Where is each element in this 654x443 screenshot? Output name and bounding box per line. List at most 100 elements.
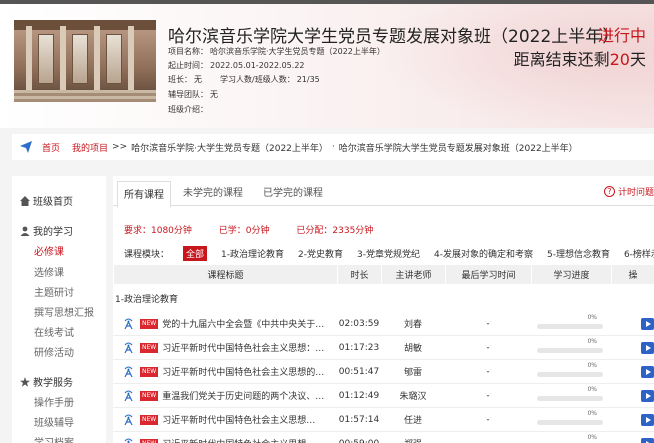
play-button[interactable] [641, 342, 654, 354]
class-title: 哈尔滨音乐学院大学生党员专题发展对象班（2022上半年） [168, 27, 620, 47]
progress-cell: 0% [537, 360, 603, 383]
class-cover-image [14, 20, 156, 102]
timing-help-label: 计时问题 [617, 188, 654, 198]
sidebar-item-discussion[interactable]: 主题研讨 [34, 284, 74, 299]
course-title-cell[interactable]: NEW 习近平新时代中国特色社会主义思想的… [123, 360, 337, 383]
broadcast-icon [124, 438, 133, 443]
table-row[interactable]: NEW 习近平新时代中国特色社会主义思想… 01:57:14 任进 -0% [113, 408, 654, 432]
module-3[interactable]: 3-党章党规党纪 [357, 247, 420, 260]
course-teacher: 任进 [403, 416, 422, 426]
play-button[interactable] [641, 366, 654, 378]
tab-unfinished-courses[interactable]: 未学完的课程 [183, 184, 243, 199]
sidebar-item-required[interactable]: 必修课 [34, 243, 64, 258]
course-title-cell[interactable]: NEW习近平新时代中国特色社会主义思想… [123, 432, 337, 443]
breadcrumb-home[interactable]: 首页 [42, 141, 60, 154]
course-teacher: 胡敏 [403, 344, 422, 354]
progress-cell: 0% [537, 384, 603, 407]
breadcrumb-current: 哈尔滨音乐学院大学生党员专题发展对象班（2022上半年） [338, 143, 578, 154]
question-icon: ? [603, 186, 615, 197]
col-last-study: 最后学习时间 [445, 265, 531, 284]
broadcast-icon [124, 366, 133, 377]
breadcrumb-project[interactable]: 哈尔滨音乐学院·大学生党员专题（2022上半年） [131, 141, 328, 154]
course-last-study: - [486, 318, 490, 329]
module-1[interactable]: 1-政治理论教育 [221, 247, 284, 260]
class-header: 哈尔滨音乐学院大学生党员专题发展对象班（2022上半年） 进行中 距离结束还剩2… [0, 4, 654, 128]
new-badge: NEW [140, 390, 159, 401]
sidebar-item-elective[interactable]: 选修课 [34, 264, 64, 279]
play-icon [645, 417, 651, 423]
sidebar-item-manual[interactable]: 操作手册 [34, 394, 74, 409]
course-title-cell[interactable]: NEW 重温我们党关于历史问题的两个决议、… [123, 384, 337, 407]
sidebar-item-activity[interactable]: 研修活动 [34, 344, 74, 359]
project-name: 项目名称： 哈尔滨音乐学院·大学生党员专题（2022上半年） [168, 47, 385, 56]
course-last-study: - [486, 414, 490, 425]
course-tabs: 所有课程 未学完的课程 已学完的课程 ? 计时问题 [113, 176, 654, 208]
course-title-cell[interactable]: NEW 习近平新时代中国特色社会主义思想：… [123, 336, 337, 359]
table-row[interactable]: NEW习近平新时代中国特色社会主义思想…00:59:00郑强-0% [113, 432, 654, 443]
module-6[interactable]: 6-榜样示范 [624, 247, 654, 260]
course-teacher: 郑强 [381, 432, 445, 443]
sidebar-item-archive[interactable]: 学习档案 [34, 434, 74, 443]
sidebar-teaching-service-label: 教学服务 [33, 378, 73, 389]
timing-help-link[interactable]: ? 计时问题 [603, 185, 654, 198]
progress-percent: 0% [587, 314, 597, 321]
breadcrumb-separator: >> [112, 142, 128, 152]
leader-and-count: 班长：无学习人数/班级人数： 21/35 [168, 75, 320, 84]
tab-finished-courses[interactable]: 已学完的课程 [263, 184, 323, 199]
remaining-suffix: 天 [629, 50, 646, 69]
home-icon [20, 195, 30, 206]
course-title: 党的十九届六中全会暨《中共中央关于… [162, 320, 325, 330]
module-2[interactable]: 2-党史教育 [298, 247, 343, 260]
new-badge: NEW [140, 366, 159, 377]
progress-cell: 0% [537, 336, 603, 359]
course-teacher: 朱璐汉 [399, 392, 427, 402]
table-row[interactable]: NEW 重温我们党关于历史问题的两个决议、… 01:12:49 朱璐汉 -0% [113, 384, 654, 408]
module-all[interactable]: 全部 [183, 246, 208, 261]
new-badge: NEW [140, 342, 159, 353]
tab-all-courses[interactable]: 所有课程 [117, 181, 171, 208]
sidebar-item-exam[interactable]: 在线考试 [34, 324, 74, 339]
module-5[interactable]: 5-理想信念教育 [547, 247, 610, 260]
progress-cell: 0% [537, 312, 603, 335]
remaining-days: 20 [609, 50, 630, 69]
play-button[interactable] [641, 414, 654, 426]
progress-percent: 0% [587, 362, 597, 369]
course-last-study: - [445, 432, 531, 443]
table-row[interactable]: NEW 习近平新时代中国特色社会主义思想：… 01:17:23 胡敏 -0% [113, 336, 654, 360]
course-teacher: 刘春 [403, 320, 422, 330]
play-button[interactable] [641, 318, 654, 330]
course-last-study: - [486, 342, 490, 353]
breadcrumb-my-projects[interactable]: 我的项目 [72, 141, 108, 154]
send-icon [20, 141, 32, 153]
course-table-header: 课程标题 时长 主讲老师 最后学习时间 学习进度 操 [113, 265, 654, 284]
sidebar-item-report[interactable]: 撰写思想汇报 [34, 304, 94, 319]
remaining-time: 距离结束还剩20天 [514, 46, 646, 70]
progress-bar [537, 396, 603, 401]
course-title-cell[interactable]: NEW习近平新时代中国特色社会主义思想… [123, 408, 337, 431]
sidebar-class-home[interactable]: 班级首页 [20, 193, 73, 208]
broadcast-icon [124, 414, 133, 425]
course-title: 习近平新时代中国特色社会主义思想：… [162, 344, 325, 354]
breadcrumb-dot: · [331, 142, 335, 152]
sidebar-teaching-service[interactable]: 教学服务 [20, 374, 73, 389]
progress-bar [537, 372, 603, 377]
col-progress: 学习进度 [531, 265, 611, 284]
course-title-cell[interactable]: NEW 党的十九届六中全会暨《中共中央关于… [123, 312, 337, 335]
tutor-team: 辅导团队：无 [168, 90, 218, 99]
course-panel: 所有课程 未学完的课程 已学完的课程 ? 计时问题 要求：1080分钟 已学：0… [113, 176, 654, 443]
required-minutes: 要求：1080分钟 [124, 226, 192, 236]
sidebar-my-study[interactable]: 我的学习 [20, 223, 73, 238]
col-duration: 时长 [337, 265, 381, 284]
table-row[interactable]: NEW 习近平新时代中国特色社会主义思想的… 00:51:47 郇雷 -0% [113, 360, 654, 384]
module-4[interactable]: 4-发展对象的确定和考察 [434, 247, 533, 260]
table-row[interactable]: NEW 党的十九届六中全会暨《中共中央关于… 02:03:59 刘春 -0% [113, 312, 654, 336]
status-badge: 进行中 [597, 26, 646, 45]
new-badge: NEW [140, 438, 159, 443]
play-button[interactable] [641, 438, 654, 443]
col-action: 操 [611, 265, 654, 284]
play-button[interactable] [641, 390, 654, 402]
course-duration: 01:17:23 [338, 342, 380, 353]
module-group-title: 1-政治理论教育 [115, 295, 178, 305]
sidebar-item-tutoring[interactable]: 班级辅导 [34, 414, 74, 429]
sidebar-my-study-label: 我的学习 [33, 227, 73, 238]
